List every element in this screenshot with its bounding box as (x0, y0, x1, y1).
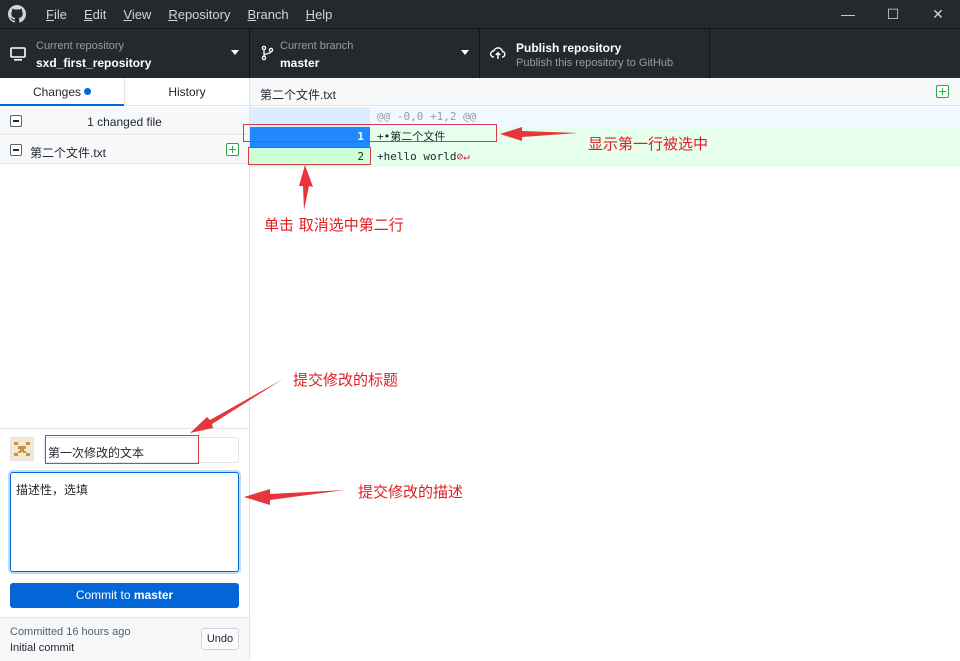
cloud-upload-icon (490, 47, 506, 59)
annotation-click-deselect: 单击 取消选中第二行 (264, 216, 404, 234)
menu-repository[interactable]: Repository (168, 7, 230, 22)
chevron-down-icon (231, 50, 239, 55)
publish-repository-title: Publish repository (516, 41, 622, 55)
list-item[interactable]: 第二个文件.txt (0, 136, 249, 164)
maximize-icon[interactable]: ☐ (883, 4, 903, 24)
publish-repository-subtitle: Publish this repository to GitHub (516, 57, 674, 69)
changed-files-header: 1 changed file (0, 107, 249, 135)
chevron-down-icon (461, 50, 469, 55)
github-logo-icon (8, 5, 26, 23)
current-repository-button[interactable]: Current repository sxd_first_repository (0, 29, 250, 78)
file-added-icon (226, 143, 239, 156)
diff-line-text: +hello world⊘↵ (377, 150, 470, 163)
menu-bar: File Edit View Repository Branch Help (46, 7, 349, 22)
tab-changes[interactable]: Changes (0, 78, 124, 106)
annotation-box-line1 (243, 124, 497, 142)
file-checkbox[interactable] (10, 144, 22, 156)
undo-button[interactable]: Undo (201, 628, 239, 650)
diff-header: 第二个文件.txt (250, 78, 960, 106)
menu-branch[interactable]: Branch (247, 7, 288, 22)
minimize-icon[interactable]: — (838, 4, 858, 24)
last-commit-time: Committed 16 hours ago (10, 626, 131, 638)
last-commit-panel: Committed 16 hours ago Initial commit Un… (0, 617, 249, 661)
publish-repository-button[interactable]: Publish repository Publish this reposito… (480, 29, 710, 78)
annotation-line-selected: 显示第一行被选中 (588, 135, 709, 153)
commit-button[interactable]: Commit to master (10, 583, 239, 608)
branch-icon (261, 45, 274, 61)
commit-description-input[interactable]: 描述性，选填 (10, 472, 239, 572)
menu-help[interactable]: Help (306, 7, 333, 22)
arrow-to-description (244, 489, 345, 505)
changed-files-count: 1 changed file (87, 115, 162, 129)
annotation-commit-desc: 提交修改的描述 (358, 483, 464, 501)
annotation-box-summary (45, 435, 199, 464)
annotation-commit-title: 提交修改的标题 (293, 371, 399, 389)
file-added-icon (936, 85, 949, 98)
current-branch-label: Current branch (280, 40, 354, 52)
identicon-icon (14, 442, 30, 456)
sidebar: Changes History 1 changed file 第二个文件.txt… (0, 78, 250, 661)
menu-file[interactable]: File (46, 7, 67, 22)
computer-icon (10, 47, 26, 61)
diff-file-name: 第二个文件.txt (260, 88, 337, 102)
menu-edit[interactable]: Edit (84, 7, 106, 22)
current-branch-button[interactable]: Current branch master (250, 29, 480, 78)
file-name: 第二个文件.txt (30, 146, 107, 160)
tab-history[interactable]: History (125, 78, 249, 106)
toolbar: Current repository sxd_first_repository … (0, 28, 960, 78)
avatar (10, 437, 34, 461)
current-repository-label: Current repository (36, 40, 125, 52)
current-branch-value: master (280, 56, 320, 70)
last-commit-message: Initial commit (10, 642, 75, 654)
sidebar-tabs: Changes History (0, 78, 249, 106)
current-repository-value: sxd_first_repository (36, 56, 152, 70)
close-icon[interactable]: ✕ (928, 4, 948, 24)
no-newline-icon: ⊘↵ (456, 150, 470, 163)
menu-view[interactable]: View (123, 7, 151, 22)
title-bar: File Edit View Repository Branch Help — … (0, 0, 960, 28)
arrow-to-line2 (299, 165, 313, 210)
changes-indicator-dot (84, 88, 92, 95)
annotation-box-line2 (248, 147, 371, 165)
